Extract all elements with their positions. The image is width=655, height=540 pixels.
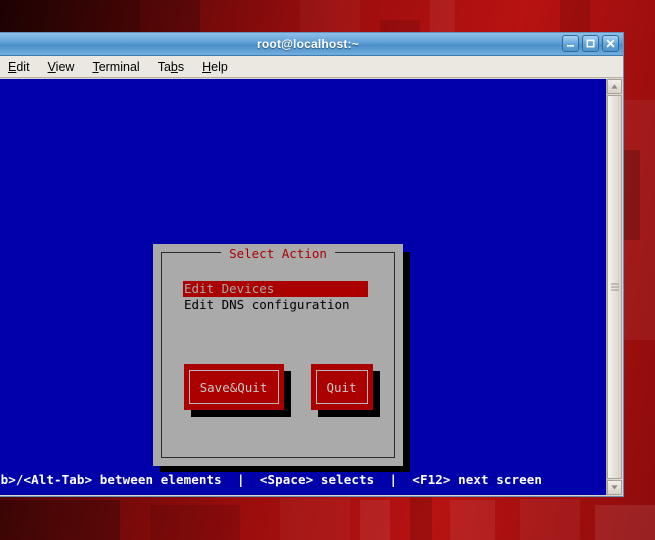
action-list: Edit Devices Edit DNS configuration (183, 281, 368, 313)
desktop-pattern-block (140, 0, 200, 32)
list-item-edit-devices[interactable]: Edit Devices (183, 281, 368, 297)
scroll-up-arrow-icon[interactable] (607, 79, 622, 94)
quit-label: Quit (315, 370, 368, 404)
menu-edit[interactable]: Edit (0, 59, 39, 75)
list-item-edit-dns[interactable]: Edit DNS configuration (183, 297, 368, 313)
window-controls (562, 35, 619, 52)
window-titlebar[interactable]: root@localhost:~ (0, 33, 623, 56)
desktop-pattern-block (150, 505, 240, 540)
menu-tabs[interactable]: Tabs (149, 59, 193, 75)
select-action-dialog: Select Action Edit Devices Edit DNS conf… (153, 244, 403, 466)
save-and-quit-button[interactable]: Save&Quit (183, 364, 284, 410)
minimize-button[interactable] (562, 35, 579, 52)
scrollbar-grip-icon (610, 283, 619, 291)
terminal-window[interactable]: root@localhost:~ Edit View Terminal Tabs… (0, 32, 624, 497)
save-and-quit-button-wrap: Save&Quit (183, 364, 291, 417)
scrollbar-thumb[interactable] (607, 95, 622, 479)
save-and-quit-label: Save&Quit (188, 370, 279, 404)
menu-view[interactable]: View (39, 59, 84, 75)
desktop-pattern-block (0, 0, 140, 32)
desktop-pattern-block (280, 498, 350, 540)
quit-button[interactable]: Quit (310, 364, 373, 410)
menubar: Edit View Terminal Tabs Help (0, 56, 623, 78)
scroll-down-arrow-icon[interactable] (607, 480, 622, 495)
desktop-pattern-block (595, 505, 655, 540)
desktop-pattern-block (360, 500, 390, 540)
menu-terminal[interactable]: Terminal (83, 59, 148, 75)
dialog-title: Select Action (221, 246, 335, 261)
quit-button-wrap: Quit (310, 364, 380, 417)
close-button[interactable] (602, 35, 619, 52)
terminal-body: Select Action Edit Devices Edit DNS conf… (0, 78, 623, 496)
desktop-pattern-block (0, 500, 120, 540)
maximize-button[interactable] (582, 35, 599, 52)
desktop-pattern-block (410, 497, 432, 540)
menu-help[interactable]: Help (193, 59, 237, 75)
status-hint-line: ab>/<Alt-Tab> between elements | <Space>… (0, 472, 606, 487)
desktop-pattern-block (520, 499, 580, 540)
dialog-buttons: Save&Quit Quit (153, 364, 403, 417)
terminal-scrollbar[interactable] (606, 79, 622, 495)
window-title: root@localhost:~ (257, 37, 359, 51)
terminal-screen[interactable]: Select Action Edit Devices Edit DNS conf… (0, 79, 606, 495)
desktop-pattern-block (450, 500, 495, 540)
